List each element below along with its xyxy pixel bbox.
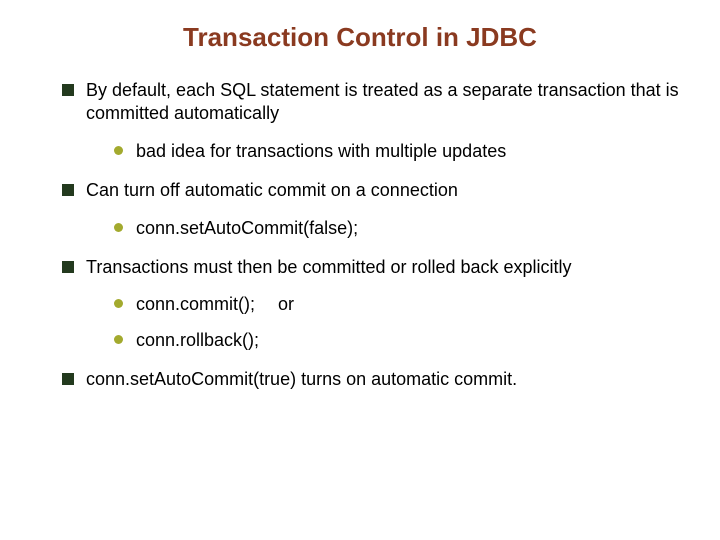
- sub-item: conn.setAutoCommit(false);: [114, 217, 680, 240]
- slide-title: Transaction Control in JDBC: [40, 22, 680, 53]
- bullet-item: conn.setAutoCommit(true) turns on automa…: [62, 368, 680, 391]
- sub-item: conn.rollback();: [114, 329, 680, 352]
- bullet-item: By default, each SQL statement is treate…: [62, 79, 680, 163]
- bullet-list: By default, each SQL statement is treate…: [40, 79, 680, 392]
- sub-suffix: or: [278, 293, 294, 316]
- bullet-text: Can turn off automatic commit on a conne…: [86, 180, 458, 200]
- sub-list: conn.commit(); or conn.rollback();: [86, 293, 680, 352]
- slide: Transaction Control in JDBC By default, …: [0, 0, 720, 540]
- sub-item: bad idea for transactions with multiple …: [114, 140, 680, 163]
- bullet-item: Transactions must then be committed or r…: [62, 256, 680, 352]
- bullet-text: conn.setAutoCommit(true) turns on automa…: [86, 369, 517, 389]
- bullet-text: Transactions must then be committed or r…: [86, 257, 572, 277]
- bullet-text: By default, each SQL statement is treate…: [86, 80, 679, 123]
- sub-item: conn.commit(); or: [114, 293, 680, 316]
- sub-list: conn.setAutoCommit(false);: [86, 217, 680, 240]
- sub-text: conn.setAutoCommit(false);: [136, 218, 358, 238]
- bullet-item: Can turn off automatic commit on a conne…: [62, 179, 680, 240]
- sub-text: conn.rollback();: [136, 330, 259, 350]
- sub-text: bad idea for transactions with multiple …: [136, 141, 506, 161]
- sub-list: bad idea for transactions with multiple …: [86, 140, 680, 163]
- sub-text: conn.commit();: [136, 294, 255, 314]
